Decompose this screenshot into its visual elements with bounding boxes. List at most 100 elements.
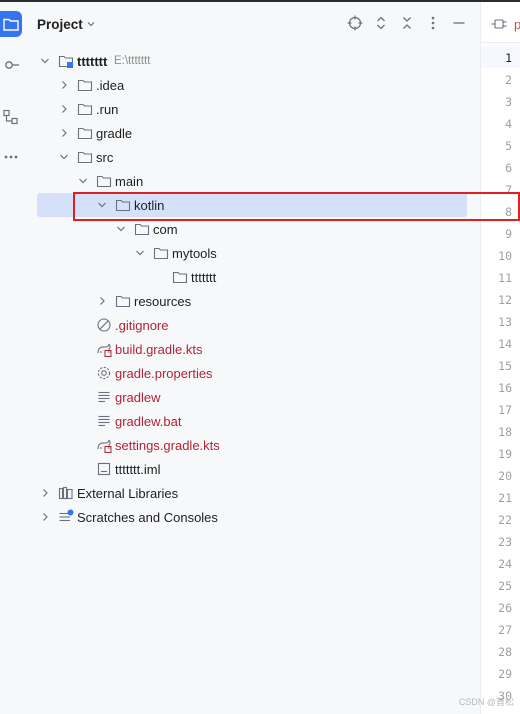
- editor-tab-label[interactable]: p: [514, 17, 520, 32]
- chevron-right-icon[interactable]: [39, 487, 51, 499]
- line-number: 21: [498, 491, 512, 505]
- tree-node[interactable]: gradle.properties: [25, 361, 480, 385]
- line-number: 6: [505, 161, 512, 175]
- kebab-menu-icon: [431, 16, 435, 30]
- tree-node-label: settings.gradle.kts: [115, 438, 220, 453]
- chevron-down-icon[interactable]: [39, 55, 51, 67]
- commit-tool-button[interactable]: [0, 52, 22, 78]
- tree-node[interactable]: ttttttt.iml: [25, 457, 480, 481]
- line-number: 9: [505, 227, 512, 241]
- scratches-icon: [59, 509, 74, 522]
- tree-node-label: .run: [96, 102, 119, 117]
- project-tool-button[interactable]: [0, 11, 22, 37]
- line-number: 16: [498, 381, 512, 395]
- more-tools-button[interactable]: [0, 144, 22, 170]
- tree-node-label: Scratches and Consoles: [77, 510, 218, 525]
- line-number: 4: [505, 117, 512, 131]
- tree-node[interactable]: ttttttt: [25, 265, 480, 289]
- tree-node[interactable]: gradle: [25, 121, 480, 145]
- locate-file-button[interactable]: [347, 15, 363, 31]
- line-number: 11: [498, 271, 512, 285]
- tree-node[interactable]: resources: [25, 289, 480, 313]
- chevron-down-icon[interactable]: [86, 19, 96, 29]
- editor-area: p 1 2 3 4 5 6 7 8 9 10 11 12 13 14 15 16 17 18 19 20 21 22 23 2…: [480, 2, 520, 714]
- libraries-icon: [58, 486, 73, 500]
- commit-icon: [5, 61, 19, 69]
- folder-icon: [77, 151, 93, 164]
- tree-node[interactable]: gradlew: [25, 385, 480, 409]
- line-number: 18: [498, 425, 512, 439]
- line-number: 27: [498, 623, 512, 637]
- project-panel: Project ttttttt E:\ttttttt .idea .run gr…: [25, 2, 480, 714]
- folder-icon: [134, 223, 150, 236]
- line-number: 13: [498, 315, 512, 329]
- folder-icon: [172, 271, 188, 284]
- tree-node-label: External Libraries: [77, 486, 179, 501]
- ignore-file-icon: [97, 318, 111, 332]
- chevron-right-icon[interactable]: [58, 79, 70, 91]
- chevron-down-icon[interactable]: [134, 247, 146, 259]
- tree-node[interactable]: gradlew.bat: [25, 409, 480, 433]
- tree-node-label: resources: [134, 294, 192, 309]
- project-tree: ttttttt E:\ttttttt .idea .run gradle src main k…: [25, 49, 480, 529]
- tree-node[interactable]: mytools: [25, 241, 480, 265]
- folder-icon: [153, 247, 169, 260]
- tree-node-label: ttttttt: [191, 270, 217, 285]
- line-number: 5: [505, 139, 512, 153]
- plugin-icon: [491, 19, 507, 29]
- chevron-right-icon[interactable]: [58, 127, 70, 139]
- structure-icon: [3, 109, 18, 125]
- line-number: 1: [505, 51, 512, 65]
- tree-node[interactable]: main: [25, 169, 480, 193]
- tree-node-label: mytools: [172, 246, 217, 261]
- iml-file-icon: [97, 462, 111, 476]
- chevron-right-icon[interactable]: [96, 295, 108, 307]
- line-number: 3: [505, 95, 512, 109]
- line-number: 24: [498, 557, 512, 571]
- folder-icon: [77, 127, 93, 140]
- annotation-highlight-box: [73, 192, 520, 221]
- tree-node[interactable]: Scratches and Consoles: [25, 505, 480, 529]
- chevron-down-icon[interactable]: [58, 151, 70, 163]
- expand-all-icon: [377, 16, 385, 30]
- tree-node-label: ttttttt.iml: [115, 462, 161, 477]
- tree-node-label: src: [96, 150, 114, 165]
- more-dots-icon: [4, 155, 18, 159]
- watermark: CSDN @苜松: [458, 697, 514, 707]
- line-number: 2: [505, 73, 512, 87]
- expand-all-button[interactable]: [373, 15, 389, 31]
- tree-node-label: .idea: [96, 78, 125, 93]
- chevron-right-icon[interactable]: [39, 511, 51, 523]
- structure-tool-button[interactable]: [0, 104, 22, 130]
- collapse-all-button[interactable]: [399, 15, 415, 31]
- chevron-down-icon[interactable]: [115, 223, 127, 235]
- line-number: 25: [498, 579, 512, 593]
- tree-node[interactable]: External Libraries: [25, 481, 480, 505]
- line-number: 15: [498, 359, 512, 373]
- chevron-down-icon[interactable]: [77, 175, 89, 187]
- hide-panel-button[interactable]: [451, 15, 467, 31]
- tree-node-label: gradlew.bat: [115, 414, 182, 429]
- tree-node[interactable]: build.gradle.kts: [25, 337, 480, 361]
- tree-node[interactable]: ttttttt E:\ttttttt: [25, 49, 480, 73]
- tree-node-label: .gitignore: [115, 318, 169, 333]
- tree-node[interactable]: src: [25, 145, 480, 169]
- tree-node-label: gradle.properties: [115, 366, 213, 381]
- collapse-all-icon: [403, 17, 411, 29]
- line-number: 29: [498, 667, 512, 681]
- tree-node[interactable]: settings.gradle.kts: [25, 433, 480, 457]
- text-file-icon: [98, 391, 110, 403]
- line-number: 12: [498, 293, 512, 307]
- text-file-icon: [98, 415, 110, 427]
- panel-title[interactable]: Project: [37, 17, 83, 32]
- chevron-right-icon[interactable]: [58, 103, 70, 115]
- tree-node[interactable]: .gitignore: [25, 313, 480, 337]
- folder-icon: [77, 103, 93, 116]
- folder-icon: [115, 295, 131, 308]
- editor-tab-bar: p: [481, 2, 520, 43]
- options-menu-button[interactable]: [425, 15, 441, 31]
- tree-node[interactable]: .idea: [25, 73, 480, 97]
- line-number: 23: [498, 535, 512, 549]
- tree-node[interactable]: .run: [25, 97, 480, 121]
- line-number: 22: [498, 513, 512, 527]
